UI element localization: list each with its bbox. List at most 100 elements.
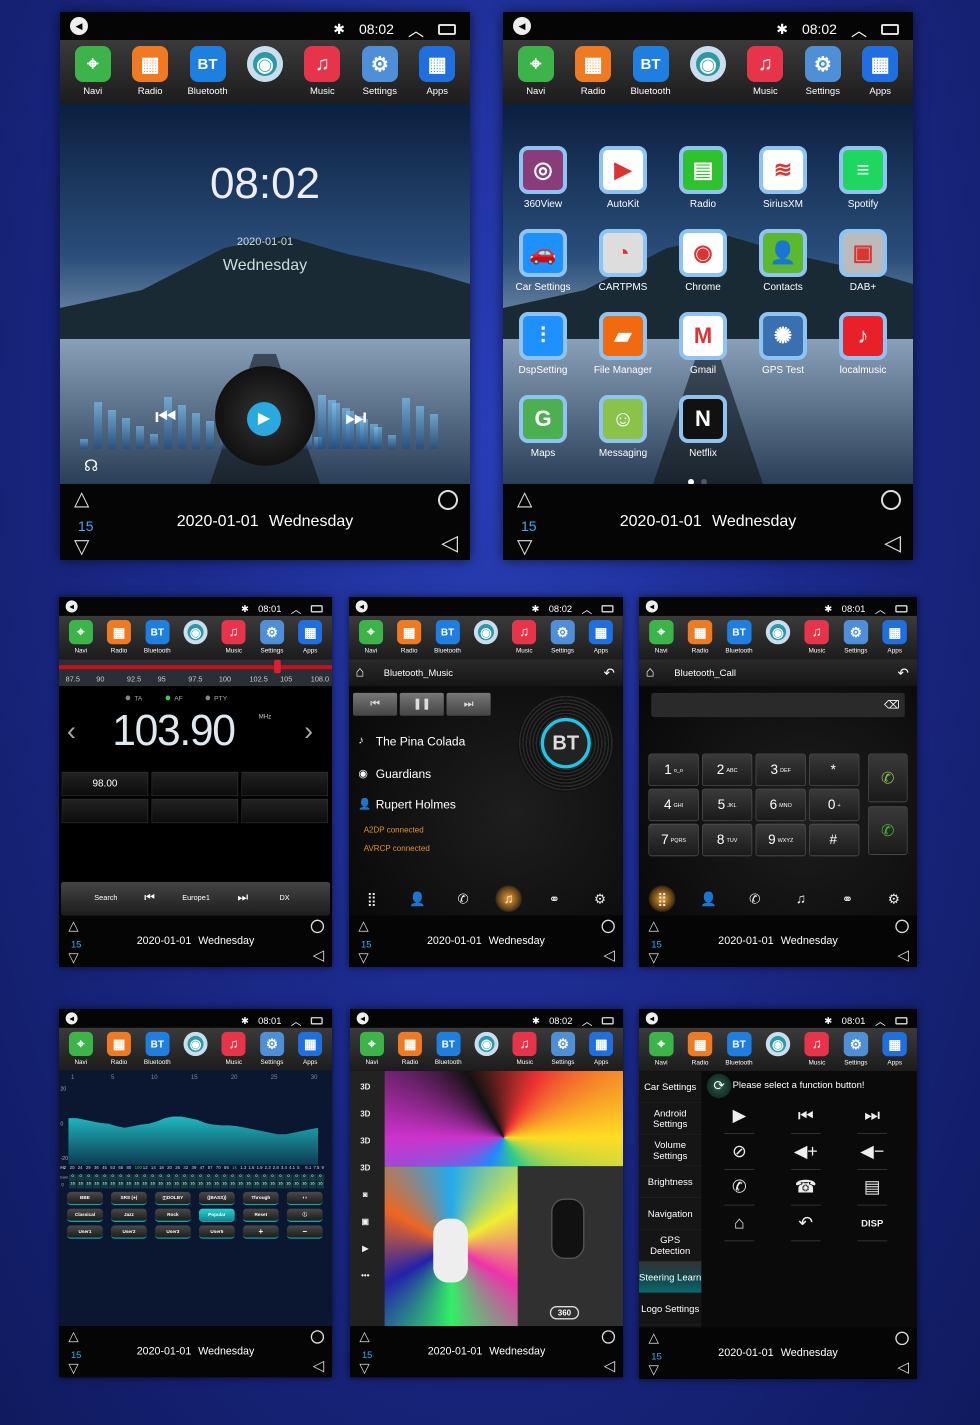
q-value[interactable]: 16 (116, 1181, 125, 1189)
mute-icon[interactable]: ⊘ (712, 1141, 766, 1162)
dock-item-disc[interactable]: ◉ (759, 616, 797, 659)
preset-button[interactable] (151, 771, 239, 797)
backspace-icon[interactable]: ⌫ (884, 698, 899, 712)
gain-value[interactable]: 0 (116, 1174, 125, 1182)
q-value[interactable]: 16 (212, 1181, 221, 1189)
dial-key[interactable]: # (809, 823, 860, 857)
dock-item-radio[interactable]: ▦ Radio (122, 40, 178, 104)
menu-item-car-settings[interactable]: Car Settings (639, 1071, 702, 1103)
dock-item-bluetooth[interactable]: BT Bluetooth (180, 40, 236, 104)
phone-icon[interactable]: ✆ (712, 1176, 766, 1197)
app-radio[interactable]: ▤ Radio (677, 146, 729, 210)
call-log-icon[interactable]: ✆ (741, 885, 768, 912)
app-360view[interactable]: ◎ 360View (517, 146, 569, 210)
q-value[interactable]: 16 (268, 1181, 277, 1189)
home-button[interactable] (895, 1331, 909, 1346)
dock-item-music[interactable]: ♫ Music (798, 616, 836, 659)
volume-up-icon[interactable]: ◀+ (779, 1141, 833, 1162)
app-netflix[interactable]: N Netflix (677, 395, 729, 459)
dock-item-bluetooth[interactable]: BT Bluetooth (139, 616, 176, 659)
dialpad-icon[interactable]: ⣿ (358, 885, 385, 912)
volume-down-icon[interactable]: ▽ (648, 1361, 658, 1378)
menu-item-brightness[interactable]: Brightness (639, 1166, 702, 1198)
dial-key[interactable]: 6 MNO (755, 788, 806, 822)
gain-value[interactable]: 0 (68, 1174, 77, 1182)
contacts-icon[interactable]: 👤 (695, 885, 722, 912)
play-icon[interactable]: ▶ (712, 1105, 766, 1126)
dock-item-apps[interactable]: ▦ Apps (876, 616, 914, 659)
q-value[interactable]: 16 (84, 1181, 93, 1189)
tuner-thumb[interactable] (274, 659, 281, 674)
gain-value[interactable]: 0 (164, 1174, 173, 1182)
q-value[interactable]: 16 (300, 1181, 309, 1189)
q-value[interactable]: 16 (148, 1181, 157, 1189)
window-icon[interactable] (310, 604, 323, 613)
menu-item-logo-settings[interactable]: Logo Settings (639, 1293, 702, 1325)
camera-tool-button[interactable]: ▶ (354, 1237, 377, 1259)
eq-button-bbe[interactable]: BBE (66, 1191, 103, 1206)
window-icon[interactable] (601, 604, 614, 613)
back-circle-icon[interactable]: ◀ (645, 1012, 658, 1025)
eq-button-user2[interactable]: User2 (110, 1225, 147, 1239)
next-button[interactable]: ⏭ (446, 692, 491, 716)
dock-item-apps[interactable]: ▦ Apps (582, 616, 619, 659)
menu-item-navigation[interactable]: Navigation (639, 1198, 702, 1230)
gain-value[interactable]: 0 (316, 1174, 325, 1182)
dock-item-settings[interactable]: ⚙ Settings (253, 1028, 290, 1071)
dock-item-apps[interactable]: ▦ Apps (876, 1028, 914, 1071)
camera-tool-button[interactable]: ◙ (354, 1184, 377, 1206)
back-button[interactable]: ◁ (441, 530, 458, 556)
back-button[interactable]: ◁ (604, 1357, 615, 1374)
volume-down-icon[interactable]: ▽ (68, 949, 78, 966)
dock-item-settings[interactable]: ⚙ Settings (253, 616, 290, 659)
home-button[interactable] (438, 490, 458, 510)
volume-down-icon[interactable]: ▽ (74, 534, 89, 559)
eq-button-through[interactable]: Through (242, 1191, 279, 1206)
dock-item-disc[interactable]: ◉ (468, 1028, 505, 1071)
dock-item-radio[interactable]: ▦ Radio (100, 616, 137, 659)
dialpad-icon[interactable]: ⣿ (648, 885, 676, 913)
window-icon[interactable] (895, 1016, 908, 1025)
menu-item-gps-detection[interactable]: GPS Detection (639, 1229, 702, 1262)
camera-tool-button[interactable]: 3D (354, 1103, 377, 1125)
home-button[interactable] (310, 1330, 325, 1344)
dock-item-navi[interactable]: ⌖ Navi (352, 616, 389, 659)
dock-item-disc[interactable]: ◉ (177, 616, 214, 659)
volume-down-icon[interactable]: ▽ (648, 949, 658, 966)
gain-value[interactable]: 0 (252, 1174, 261, 1182)
dock-item-navi[interactable]: ⌖ Navi (353, 1028, 390, 1071)
contacts-icon[interactable]: 👤 (404, 885, 431, 912)
app-siriusxm[interactable]: ≋ SiriusXM (757, 146, 809, 210)
dock-item-settings[interactable]: ⚙ Settings (544, 616, 581, 659)
gain-value[interactable]: 0 (220, 1174, 229, 1182)
chevron-up-icon[interactable]: ︿ (875, 1012, 886, 1028)
volume-down-icon[interactable]: ▽ (359, 1360, 369, 1377)
volume-down-icon[interactable]: ▽ (517, 534, 532, 559)
eq-button-user1[interactable]: User1 (66, 1225, 103, 1239)
dock-item-music[interactable]: ♫ Music (215, 1028, 252, 1071)
previous-icon[interactable]: ⏮ (779, 1105, 833, 1127)
gain-value[interactable]: 0 (244, 1174, 253, 1182)
seek-back-button[interactable]: ⏮ (144, 890, 155, 904)
eq-curve[interactable] (68, 1084, 321, 1165)
back-icon[interactable]: ↶ (604, 665, 615, 682)
call-button[interactable]: ✆ (868, 753, 908, 803)
gain-value[interactable]: 0 (292, 1174, 301, 1182)
dock-item-radio[interactable]: ▦ Radio (390, 616, 427, 659)
gain-value[interactable]: 0 (140, 1174, 149, 1182)
volume-down-icon[interactable]: ◀− (845, 1141, 899, 1162)
volume-up-icon[interactable]: △ (68, 917, 78, 934)
settings-icon[interactable]: ⚙ (587, 885, 614, 912)
dock-item-apps[interactable]: ▦ Apps (583, 1028, 620, 1071)
dock-item-music[interactable]: ♫ Music (294, 40, 350, 104)
dock-item-settings[interactable]: ⚙ Settings (352, 40, 408, 104)
dock-item-radio[interactable]: ▦ Radio (565, 40, 621, 104)
dock-item-music[interactable]: ♫ Music (798, 1028, 836, 1071)
window-icon[interactable] (310, 1016, 323, 1025)
q-value[interactable]: 16 (260, 1181, 269, 1189)
preset-button[interactable] (151, 798, 239, 824)
camera-tool-button[interactable]: 3D (354, 1130, 377, 1152)
dock-item-settings[interactable]: ⚙ Settings (795, 40, 851, 104)
back-circle-icon[interactable]: ◀ (355, 600, 368, 613)
previous-button[interactable]: ⏮ (353, 692, 398, 716)
